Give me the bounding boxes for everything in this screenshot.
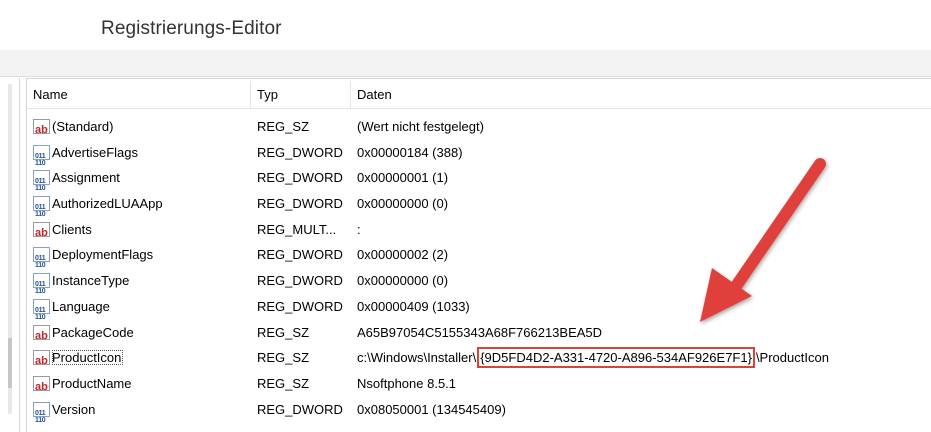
value-name: (Standard) xyxy=(52,119,114,134)
reg-sz-icon xyxy=(33,375,50,401)
value-name: AdvertiseFlags xyxy=(52,144,138,160)
table-row[interactable]: PackageCode REG_SZ A65B97054C5155343A68F… xyxy=(27,320,931,349)
value-name-cell: AdvertiseFlags xyxy=(33,140,251,176)
value-type: REG_DWORD xyxy=(257,196,343,212)
column-header: Name Typ Daten xyxy=(27,81,931,109)
value-data: (Wert nicht festgelegt) xyxy=(357,119,484,134)
reg-dword-icon xyxy=(33,246,50,279)
value-data: Nsoftphone 8.5.1 xyxy=(357,375,457,391)
table-row[interactable]: InstanceType REG_DWORD 0x00000000 (0) xyxy=(27,268,931,305)
value-name-cell: Assignment xyxy=(33,165,251,202)
menu-bar xyxy=(0,50,931,77)
value-name-cell: InstanceType xyxy=(33,268,251,305)
table-row[interactable]: Language REG_DWORD 0x00000409 (1033) xyxy=(27,294,931,331)
table-row[interactable]: Assignment REG_DWORD 0x00000001 (1) xyxy=(27,165,931,202)
table-row[interactable]: ProductName REG_SZ Nsoftphone 8.5.1 xyxy=(27,371,931,401)
value-name: ProductName xyxy=(52,375,132,391)
reg-sz-icon xyxy=(33,324,50,349)
reg-dword-icon xyxy=(33,298,50,331)
value-name-cell: Language xyxy=(33,294,251,331)
value-type: REG_SZ xyxy=(257,324,310,340)
reg-dword-icon xyxy=(33,401,50,432)
value-name-cell: DeploymentFlags xyxy=(33,242,251,279)
value-type: REG_SZ xyxy=(257,375,310,391)
key-tree-pane[interactable] xyxy=(0,78,20,432)
title-bar: Registrierungs-Editor xyxy=(0,0,931,50)
value-list-pane: Name Typ Daten (Standard) REG_SZ (Wert n… xyxy=(26,78,931,432)
value-type: REG_DWORD xyxy=(257,401,343,417)
value-name: DeploymentFlags xyxy=(52,247,154,263)
value-list: (Standard) REG_SZ (Wert nicht festgelegt… xyxy=(27,114,931,432)
value-name: ProductIcon xyxy=(52,350,124,366)
value-type: REG_DWORD xyxy=(257,247,343,263)
column-header-name[interactable]: Name xyxy=(27,81,251,109)
reg-dword-icon xyxy=(33,272,50,305)
reg-sz-icon xyxy=(33,349,50,375)
value-type: REG_DWORD xyxy=(257,144,343,160)
reg-dword-icon xyxy=(33,144,50,176)
column-header-data[interactable]: Daten xyxy=(351,81,931,109)
value-name-cell: ProductName xyxy=(33,371,251,401)
value-name-cell: PackageCode xyxy=(33,320,251,349)
window-title: Registrierungs-Editor xyxy=(101,18,282,39)
value-data: c:\Windows\Installer\ {9D5FD4D2-A331-4720… xyxy=(357,345,931,371)
value-data-prefix: c:\Windows\Installer\ xyxy=(357,350,477,366)
value-data: 0x00000001 (1) xyxy=(357,170,449,186)
value-name: Assignment xyxy=(52,170,120,186)
value-data: 0x00000000 (0) xyxy=(357,196,449,212)
reg-sz-icon xyxy=(33,221,50,246)
value-name-cell: ProductIcon xyxy=(33,345,251,375)
reg-dword-icon xyxy=(33,169,50,202)
value-name: Version xyxy=(52,401,96,417)
value-name: Clients xyxy=(52,221,92,237)
value-name-cell: Clients xyxy=(33,217,251,246)
value-data: 0x00000002 (2) xyxy=(357,247,449,263)
table-row-focused[interactable]: ProductIcon REG_SZ c:\Windows\Installer\… xyxy=(27,345,931,375)
highlighted-guid: {9D5FD4D2-A331-4720-A896-534AF926E7F1} xyxy=(477,347,755,369)
table-row[interactable]: Clients REG_MULT... : xyxy=(27,217,931,246)
value-data: 0x00000184 (388) xyxy=(357,144,463,160)
table-row[interactable]: Version REG_DWORD 0x08050001 (134545409) xyxy=(27,397,931,432)
value-data-suffix: \ProductIcon xyxy=(755,350,829,366)
value-name-cell: Version xyxy=(33,397,251,432)
value-data: 0x08050001 (134545409) xyxy=(357,401,506,417)
table-row[interactable]: AdvertiseFlags REG_DWORD 0x00000184 (388… xyxy=(27,140,931,176)
value-data: 0x00000409 (1033) xyxy=(357,298,470,314)
value-name: AuthorizedLUAApp xyxy=(52,196,163,212)
value-name: Language xyxy=(52,298,110,314)
table-row[interactable]: AuthorizedLUAApp REG_DWORD 0x00000000 (0… xyxy=(27,191,931,228)
value-data: A65B97054C5155343A68F766213BEA5D xyxy=(357,324,603,340)
value-type: REG_MULT... xyxy=(257,221,337,237)
table-row[interactable]: DeploymentFlags REG_DWORD 0x00000002 (2) xyxy=(27,242,931,279)
reg-dword-icon xyxy=(33,195,50,228)
value-data: 0x00000000 (0) xyxy=(357,273,449,289)
value-type: REG_DWORD xyxy=(257,298,343,314)
value-type: REG_SZ xyxy=(257,119,310,134)
tree-scrollbar-thumb[interactable] xyxy=(8,338,12,388)
value-name: PackageCode xyxy=(52,324,134,340)
value-type: REG_DWORD xyxy=(257,273,343,289)
value-type: REG_SZ xyxy=(257,350,310,366)
reg-sz-icon xyxy=(33,118,50,144)
column-header-type[interactable]: Typ xyxy=(251,81,351,109)
value-name-cell: AuthorizedLUAApp xyxy=(33,191,251,228)
value-name: InstanceType xyxy=(52,273,130,289)
value-data: : xyxy=(357,221,361,237)
value-name-cell: (Standard) xyxy=(33,114,251,144)
table-row[interactable]: (Standard) REG_SZ (Wert nicht festgelegt… xyxy=(27,114,931,144)
value-type: REG_DWORD xyxy=(257,170,343,186)
